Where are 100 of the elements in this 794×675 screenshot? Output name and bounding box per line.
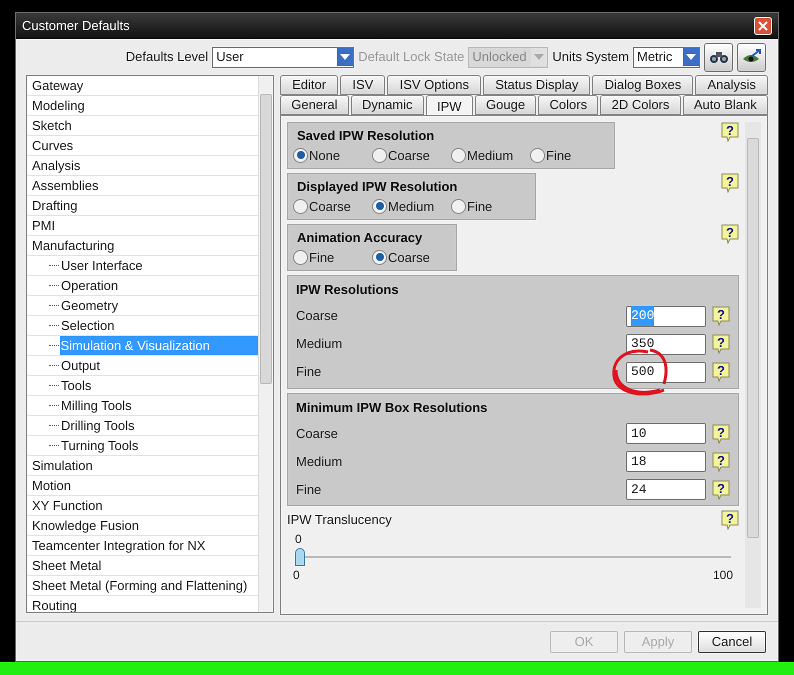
tab[interactable]: Status Display — [483, 75, 590, 95]
help-icon[interactable]: ? — [712, 480, 730, 500]
tree-item[interactable]: User Interface — [27, 256, 258, 276]
lock-state-label: Default Lock State — [358, 48, 464, 66]
radio-option[interactable]: Medium — [372, 196, 451, 216]
radio-option[interactable]: Medium — [451, 146, 530, 165]
radio-button[interactable] — [372, 250, 387, 265]
radio-option[interactable]: Fine — [530, 146, 609, 165]
radio-option[interactable]: Coarse — [372, 248, 451, 267]
window-title: Customer Defaults — [22, 17, 130, 36]
help-icon[interactable]: ? — [712, 306, 730, 326]
tree-item[interactable]: Turning Tools — [27, 436, 258, 456]
tree-item[interactable]: Drilling Tools — [27, 416, 258, 436]
help-icon[interactable]: ? — [712, 334, 730, 354]
tab[interactable]: 2D Colors — [600, 95, 681, 115]
tree-item[interactable]: Teamcenter Integration for NX — [27, 536, 258, 556]
tree-item[interactable]: Tools — [27, 376, 258, 396]
tree-item[interactable]: Gateway — [27, 76, 258, 96]
units-system-label: Units System — [552, 48, 629, 66]
tab[interactable]: Colors — [538, 95, 598, 115]
help-icon[interactable]: ? — [712, 362, 730, 382]
slider-min: 0 — [293, 567, 300, 584]
tab[interactable]: Dynamic — [350, 95, 424, 115]
help-icon[interactable]: ? — [721, 510, 739, 530]
dialog-button[interactable]: Cancel — [698, 630, 766, 652]
radio-button[interactable] — [451, 148, 466, 163]
radio-button[interactable] — [372, 148, 387, 163]
scrollbar[interactable] — [258, 76, 273, 612]
radio-button[interactable] — [372, 198, 387, 214]
tree-item[interactable]: Operation — [27, 276, 258, 296]
tree-item[interactable]: Sketch — [27, 116, 258, 136]
group-title: Saved IPW Resolution — [296, 127, 436, 145]
tree-item[interactable]: Modeling — [27, 96, 258, 116]
tab[interactable]: ISV — [340, 75, 386, 95]
number-field[interactable]: 18 — [626, 451, 706, 472]
tab[interactable]: IPW — [426, 95, 473, 117]
tab[interactable]: Editor — [280, 75, 338, 95]
tab[interactable]: Gouge — [474, 95, 536, 115]
number-field[interactable]: 10 — [626, 423, 706, 444]
group-title: IPW Resolutions — [296, 281, 400, 299]
tab[interactable]: Auto Blank — [682, 95, 768, 115]
eye-button[interactable] — [737, 42, 766, 72]
group-title: Animation Accuracy — [296, 229, 424, 247]
field-label: Fine — [296, 480, 322, 499]
tree-item[interactable]: Motion — [27, 476, 258, 496]
radio-button[interactable] — [451, 198, 466, 214]
tab[interactable]: ISV Options — [387, 75, 482, 95]
tab[interactable]: Dialog Boxes — [592, 75, 694, 95]
radio-option[interactable]: Fine — [451, 196, 530, 216]
tree-item[interactable]: Assemblies — [27, 176, 258, 196]
help-icon[interactable]: ? — [721, 173, 739, 193]
radio-button[interactable] — [530, 148, 545, 163]
defaults-level-dropdown[interactable]: User — [212, 46, 354, 68]
help-icon[interactable]: ? — [712, 424, 730, 444]
group-title: Minimum IPW Box Resolutions — [296, 398, 488, 416]
number-field[interactable]: 350 — [626, 334, 706, 354]
tree-item[interactable]: Curves — [27, 136, 258, 156]
tab[interactable]: General — [280, 95, 349, 115]
tree-item[interactable]: Analysis — [27, 156, 258, 176]
help-icon[interactable]: ? — [721, 224, 739, 244]
help-icon[interactable]: ? — [712, 452, 730, 472]
close-icon — [758, 21, 768, 31]
close-button[interactable] — [754, 17, 772, 35]
tree-item[interactable]: Geometry — [27, 296, 258, 316]
tree-item[interactable]: Drafting — [27, 196, 258, 216]
tree-item[interactable]: Simulation — [27, 456, 258, 476]
radio-option[interactable]: None — [293, 146, 372, 165]
slider-max: 100 — [712, 567, 733, 584]
tree-item[interactable]: Output — [27, 356, 258, 376]
radio-option[interactable]: Coarse — [372, 146, 451, 165]
radio-option[interactable]: Coarse — [293, 196, 372, 216]
radio-button[interactable] — [293, 198, 308, 214]
field-label: Medium — [296, 335, 342, 354]
number-field[interactable]: 24 — [626, 479, 706, 500]
field-label: Coarse — [296, 307, 338, 326]
tab[interactable]: Analysis — [695, 75, 768, 95]
scrollbar[interactable] — [745, 122, 761, 608]
defaults-level-label: Defaults Level — [126, 48, 208, 66]
group-title: Displayed IPW Resolution — [296, 178, 458, 196]
number-field[interactable]: 500 — [626, 362, 706, 382]
units-system-dropdown[interactable]: Metric — [633, 46, 700, 68]
radio-button[interactable] — [293, 250, 308, 265]
help-icon[interactable]: ? — [721, 122, 739, 142]
tree-item[interactable]: Milling Tools — [27, 396, 258, 416]
slider-value: 0 — [294, 531, 303, 548]
radio-option[interactable]: Fine — [293, 248, 372, 267]
tree-item[interactable]: Knowledge Fusion — [27, 516, 258, 536]
tree-item[interactable]: PMI — [27, 216, 258, 236]
slider-track[interactable] — [295, 548, 731, 566]
tree-item[interactable]: Sheet Metal — [27, 556, 258, 576]
binoculars-button[interactable] — [704, 42, 733, 72]
slider-thumb[interactable] — [295, 548, 305, 566]
field-label: Fine — [296, 363, 322, 382]
radio-button[interactable] — [293, 148, 308, 163]
binoculars-icon — [708, 50, 728, 64]
translucency-label: IPW Translucency — [287, 511, 392, 530]
tree-item[interactable]: Sheet Metal (Forming and Flattening) — [27, 576, 258, 596]
tree-item[interactable]: XY Function — [27, 496, 258, 516]
field-label: Medium — [296, 452, 342, 471]
tree-item[interactable]: Manufacturing — [27, 236, 258, 256]
